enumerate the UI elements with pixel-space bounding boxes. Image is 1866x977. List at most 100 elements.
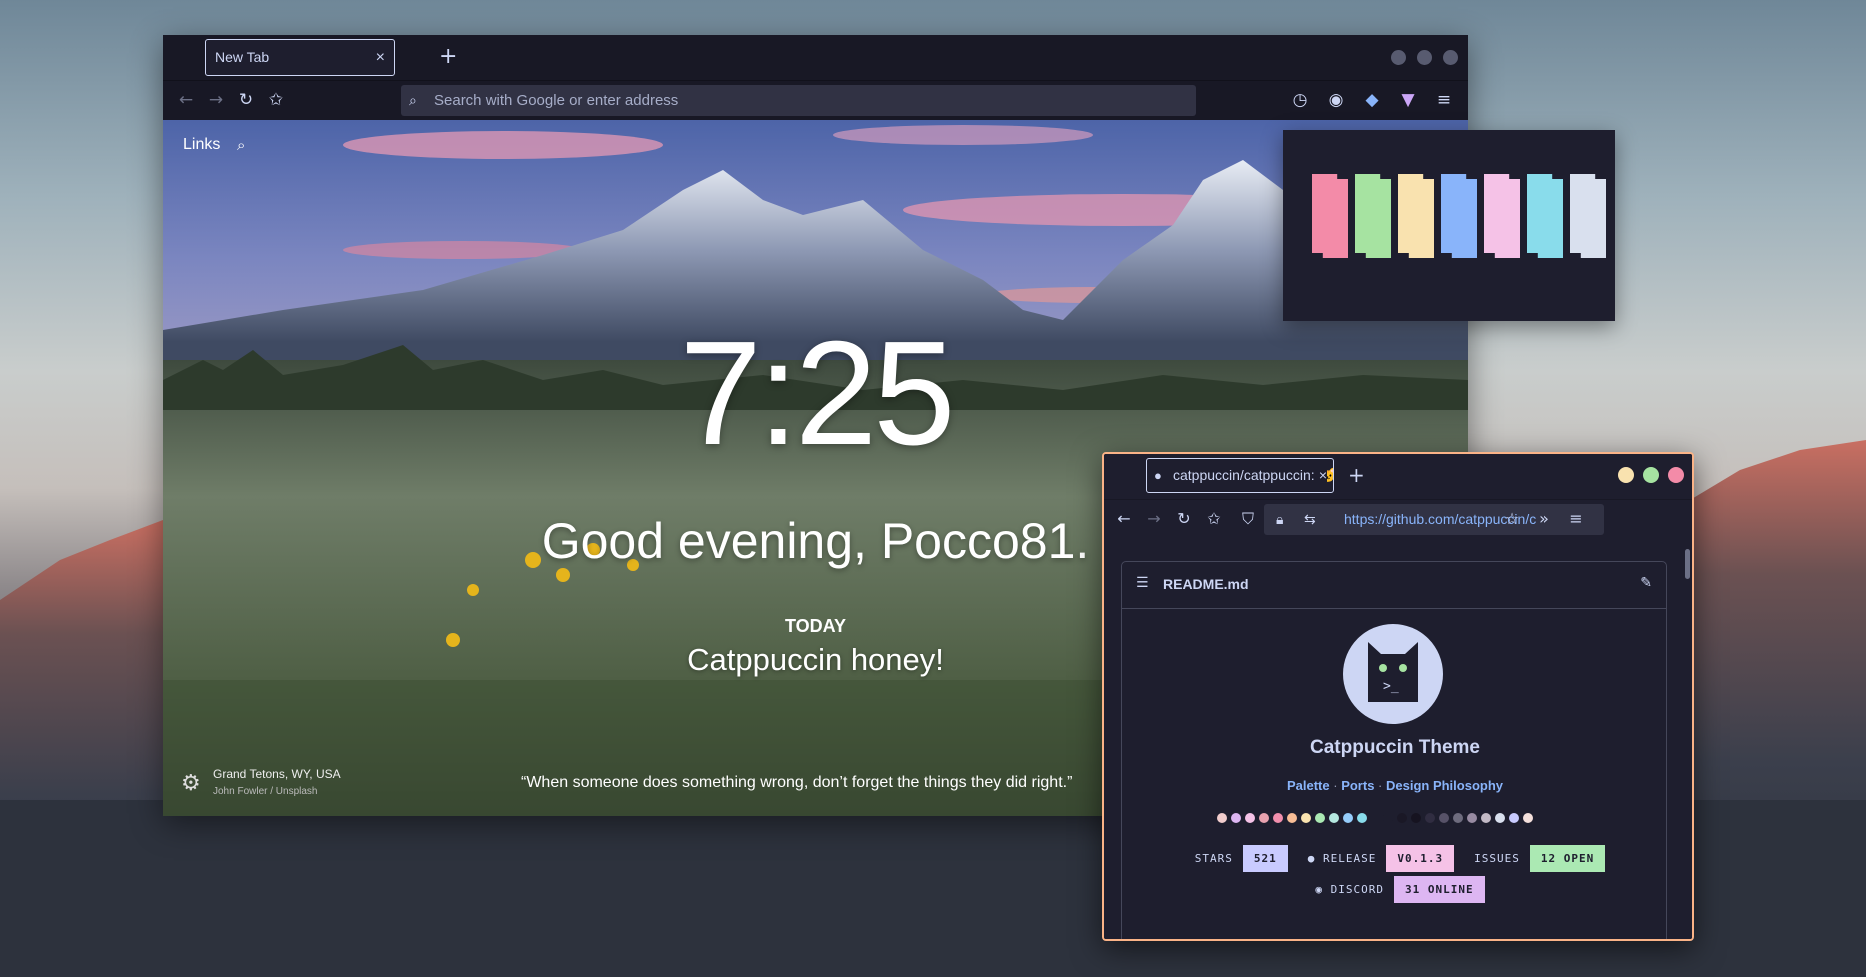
palette-dot xyxy=(1273,813,1283,823)
quote: “When someone does something wrong, don’… xyxy=(521,774,1073,791)
palette-dot xyxy=(1453,813,1463,823)
maximize-button[interactable] xyxy=(1643,467,1659,483)
photo-credit[interactable]: John Fowler / Unsplash xyxy=(213,786,318,797)
link-separator: · xyxy=(1329,778,1342,793)
forward-icon[interactable]: → xyxy=(1142,507,1166,531)
gear-icon[interactable]: ⚙ xyxy=(181,771,201,796)
nav-toolbar: ← → ↻ ✩ ⌕ Search with Google or enter ad… xyxy=(163,80,1468,120)
minimize-button[interactable] xyxy=(1391,50,1406,65)
address-bar[interactable]: ⌕ Search with Google or enter address xyxy=(401,85,1196,116)
palette-dot xyxy=(1287,813,1297,823)
design-philosophy-link[interactable]: Design Philosophy xyxy=(1386,778,1503,793)
window-controls xyxy=(1391,50,1458,65)
issues-badge[interactable]: 12 OPEN xyxy=(1529,845,1606,872)
github-browser-window: ● catppuccin/catppuccin: 🐱 × + ← → ↻ ✩ ⛉… xyxy=(1102,452,1694,941)
history-icon[interactable]: ◷ xyxy=(1287,87,1313,113)
tab-close-icon[interactable]: × xyxy=(1315,459,1327,492)
palette-dot xyxy=(1439,813,1449,823)
palette-dot xyxy=(1411,813,1421,823)
palette-dot xyxy=(1315,813,1325,823)
photo-location: Grand Tetons, WY, USA xyxy=(213,767,341,781)
discord-label-text: DISCORD xyxy=(1330,883,1384,896)
tab-title: New Tab xyxy=(215,49,270,65)
window-controls xyxy=(1618,467,1684,483)
extension-glasses-icon[interactable]: ◉ xyxy=(1323,87,1349,113)
menu-icon[interactable]: ≡ xyxy=(1431,87,1457,113)
readme-header: ☰ README.md ✎ xyxy=(1122,562,1666,609)
forward-icon[interactable]: → xyxy=(203,87,229,113)
menu-icon[interactable]: ≡ xyxy=(1564,507,1588,531)
readme-panel: ☰ README.md ✎ >_ Catppuccin Theme Palett… xyxy=(1121,561,1668,939)
overflow-icon[interactable]: » xyxy=(1532,507,1556,531)
nav-toolbar: ← → ↻ ✩ ⛉ 🔒︎ ⇆ https://github.com/catppu… xyxy=(1104,499,1692,539)
pocket-icon[interactable]: ✩ xyxy=(263,87,289,113)
badges: STARS 521 ● RELEASE V0.1.3 ISSUES 12 OPE… xyxy=(1122,845,1668,907)
stars-badge[interactable]: 521 xyxy=(1242,845,1288,872)
release-badge[interactable]: V0.1.3 xyxy=(1386,845,1455,872)
palette-swatch xyxy=(1441,174,1477,258)
discord-badge-label: ◉ DISCORD xyxy=(1305,883,1394,896)
tab-title: catppuccin/catppuccin: 🐱 xyxy=(1173,467,1334,483)
close-button[interactable] xyxy=(1443,50,1458,65)
palette-dot xyxy=(1231,813,1241,823)
clock: 7:25 xyxy=(679,311,955,476)
tab-bar: ● catppuccin/catppuccin: 🐱 × + xyxy=(1104,454,1692,499)
palette-swatch xyxy=(1527,174,1563,258)
maximize-button[interactable] xyxy=(1417,50,1432,65)
github-icon: ● xyxy=(1154,468,1162,483)
release-label-text: RELEASE xyxy=(1323,852,1377,865)
tab-new-tab[interactable]: New Tab × xyxy=(205,39,395,76)
palette-dot xyxy=(1301,813,1311,823)
link-separator: · xyxy=(1374,778,1386,793)
issues-badge-label: ISSUES xyxy=(1474,852,1520,865)
palette-dot xyxy=(1343,813,1353,823)
reload-icon[interactable]: ↻ xyxy=(1172,507,1196,531)
discord-icon: ◉ xyxy=(1315,883,1324,896)
links-button[interactable]: Links xyxy=(183,136,220,154)
svg-text:>_: >_ xyxy=(1383,679,1399,694)
palette-dot xyxy=(1245,813,1255,823)
extension-cat-icon[interactable]: ▼ xyxy=(1395,87,1421,113)
palette-swatch xyxy=(1355,174,1391,258)
palette-dot xyxy=(1259,813,1269,823)
palette-dot xyxy=(1467,813,1477,823)
tab-catppuccin[interactable]: ● catppuccin/catppuccin: 🐱 × xyxy=(1146,458,1334,493)
palette-dot xyxy=(1425,813,1435,823)
palette-dot xyxy=(1509,813,1519,823)
list-icon[interactable]: ☰ xyxy=(1136,575,1149,591)
discord-badge[interactable]: 31 ONLINE xyxy=(1394,876,1485,903)
minimize-button[interactable] xyxy=(1618,467,1634,483)
ports-link[interactable]: Ports xyxy=(1341,778,1374,793)
new-tab-button[interactable]: + xyxy=(1348,460,1365,490)
close-button[interactable] xyxy=(1668,467,1684,483)
palette-dot xyxy=(1523,813,1533,823)
palette-link[interactable]: Palette xyxy=(1287,778,1330,793)
readme-links: Palette · Ports · Design Philosophy xyxy=(1122,778,1668,793)
palette-swatch xyxy=(1570,174,1606,258)
shield-icon[interactable]: ⛉ xyxy=(1236,507,1260,531)
release-badge-label: ● RELEASE xyxy=(1298,852,1387,865)
palette-dot xyxy=(1495,813,1505,823)
bookmark-star-icon[interactable]: ☆ xyxy=(1500,507,1524,531)
back-icon[interactable]: ← xyxy=(173,87,199,113)
palette-dot xyxy=(1357,813,1367,823)
lock-icon[interactable]: 🔒︎ xyxy=(1276,504,1283,535)
readme-title: Catppuccin Theme xyxy=(1310,737,1480,758)
palette-swatch xyxy=(1398,174,1434,258)
links-search-icon[interactable]: ⌕ xyxy=(237,136,245,154)
extension-gem-icon[interactable]: ◆ xyxy=(1359,87,1385,113)
palette-dot xyxy=(1329,813,1339,823)
palette-swatch xyxy=(1312,174,1348,258)
edit-icon[interactable]: ✎ xyxy=(1640,575,1652,591)
tab-close-icon[interactable]: × xyxy=(376,40,385,75)
palette-window xyxy=(1283,130,1615,321)
back-icon[interactable]: ← xyxy=(1112,507,1136,531)
new-tab-button[interactable]: + xyxy=(439,41,457,73)
permissions-icon[interactable]: ⇆ xyxy=(1304,504,1316,535)
readme-filename: README.md xyxy=(1163,576,1249,592)
pocket-icon[interactable]: ✩ xyxy=(1202,507,1226,531)
reload-icon[interactable]: ↻ xyxy=(233,87,259,113)
palette-dot xyxy=(1217,813,1227,823)
address-placeholder: Search with Google or enter address xyxy=(434,92,679,109)
scrollbar[interactable] xyxy=(1685,549,1690,579)
